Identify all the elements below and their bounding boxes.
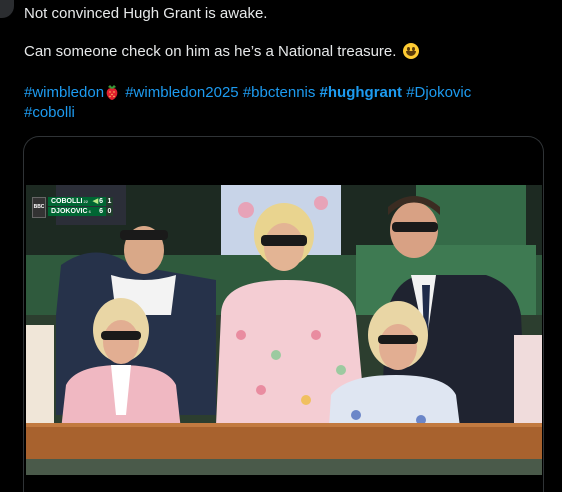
player2-sets: 6 [99,208,103,215]
scoreboard-row-player1: COBOLLI22 ◀6 1 [48,197,113,206]
player1-game: 1 [106,197,113,206]
video-player[interactable]: BBC COBOLLI22 ◀6 1 DJOKOVIC6 6 0 [23,136,544,492]
crowd-scene-image [26,185,542,475]
tweet-text-line-1: Not convinced Hugh Grant is awake. [24,5,268,22]
hashtag-wimbledon2025[interactable]: #wimbledon2025 [125,84,238,101]
player2-game: 0 [106,207,113,216]
player1-name: COBOLLI [51,198,83,205]
tweet-text-national-treasure: Can someone check on him as he’s a Natio… [24,43,397,60]
hashtag-cobolli[interactable]: #cobolli [24,104,75,121]
hashtag-wimbledon[interactable]: #wimbledon [24,84,104,101]
serve-indicator-icon: ◀ [92,198,99,205]
player1-seed: 22 [83,199,88,204]
hashtag-hughgrant[interactable]: #hughgrant [320,84,403,101]
tweet-text-line-2: Can someone check on him as he’s a Natio… [24,42,419,62]
strawberry-icon [106,85,118,100]
hashtag-line-2: #cobolli [24,103,75,123]
avatar[interactable] [0,0,14,18]
broadcaster-logo: BBC [32,197,46,218]
hashtag-bbctennis[interactable]: #bbctennis [243,84,316,101]
video-frame[interactable]: BBC COBOLLI22 ◀6 1 DJOKOVIC6 6 0 [26,185,542,475]
player2-name: DJOKOVIC [51,208,88,215]
player2-seed: 6 [88,209,91,214]
tweet: Not convinced Hugh Grant is awake. Can s… [0,0,562,492]
scoreboard: BBC COBOLLI22 ◀6 1 DJOKOVIC6 6 0 [32,197,113,218]
scoreboard-row-player2: DJOKOVIC6 6 0 [48,207,113,216]
player1-sets: 6 [99,198,103,205]
hashtag-line: #wimbledon #wimbledon2025 #bbctennis #hu… [24,83,471,103]
hashtag-djokovic[interactable]: #Djokovic [406,84,471,101]
grinning-face-icon [402,43,419,59]
